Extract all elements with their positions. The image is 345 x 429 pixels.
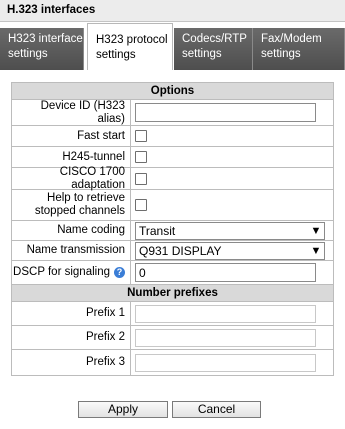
help-retrieve-label-line2: stopped channels <box>34 205 125 217</box>
prefix-row: Prefix 1 <box>12 302 333 326</box>
h245-tunnel-checkbox[interactable] <box>135 151 147 163</box>
action-bar: Apply Cancel <box>0 401 345 421</box>
tab-label-line1: H323 protocol <box>96 34 168 46</box>
tab-label-line2: settings <box>261 48 301 60</box>
fast-start-label: Fast start <box>12 126 131 146</box>
tab-h323-interface-settings[interactable]: H323 interface settings <box>0 28 84 70</box>
options-header: Options <box>12 83 333 100</box>
cisco-adaptation-checkbox[interactable] <box>135 172 147 185</box>
tab-h323-protocol-settings[interactable]: H323 protocol settings <box>87 23 173 70</box>
device-id-row: Device ID (H323 alias) <box>12 100 333 126</box>
device-id-input[interactable] <box>135 103 316 122</box>
prefix-2-label: Prefix 2 <box>12 326 131 349</box>
device-id-label: Device ID (H323 alias) <box>12 100 131 125</box>
help-retrieve-row: Help to retrieve stopped channels <box>12 190 333 221</box>
tab-codecs-rtp-settings[interactable]: Codecs/RTP settings <box>174 28 253 70</box>
name-coding-row: Name coding Transit ▼ <box>12 221 333 241</box>
dscp-row: DSCP for signaling ? <box>12 261 333 285</box>
name-coding-label: Name coding <box>12 221 131 240</box>
number-prefixes-header: Number prefixes <box>12 285 333 302</box>
tab-label-line2: settings <box>8 48 48 60</box>
prefix-3-label: Prefix 3 <box>12 350 131 375</box>
dscp-label: DSCP for signaling <box>13 266 110 278</box>
prefix-1-input[interactable] <box>135 304 316 323</box>
name-transmission-label: Name transmission <box>12 241 131 260</box>
tab-label-line1: H323 interface <box>8 33 83 45</box>
help-retrieve-checkbox[interactable] <box>135 199 147 211</box>
tab-label-line2: settings <box>96 49 136 61</box>
h245-tunnel-label: H245-tunnel <box>12 147 131 167</box>
dscp-input[interactable] <box>135 263 316 282</box>
cancel-button[interactable]: Cancel <box>172 401 261 418</box>
prefix-3-input[interactable] <box>135 353 316 372</box>
help-retrieve-label-line1: Help to retrieve <box>47 192 125 204</box>
name-coding-select[interactable]: Transit ▼ <box>135 221 325 240</box>
settings-panel: Options Device ID (H323 alias) Fast star… <box>11 82 334 376</box>
prefix-2-input[interactable] <box>135 328 316 347</box>
tab-label-line2: settings <box>182 48 222 60</box>
tab-label-line1: Codecs/RTP <box>182 33 247 45</box>
name-coding-value: Transit <box>139 223 176 238</box>
tab-label-line1: Fax/Modem <box>261 33 322 45</box>
name-transmission-select[interactable]: Q931 DISPLAY ▼ <box>135 241 325 260</box>
prefix-row: Prefix 2 <box>12 326 333 350</box>
name-transmission-row: Name transmission Q931 DISPLAY ▼ <box>12 241 333 261</box>
prefix-1-label: Prefix 1 <box>12 302 131 325</box>
dscp-label-cell: DSCP for signaling ? <box>12 261 131 284</box>
tab-fax-modem-settings[interactable]: Fax/Modem settings <box>253 28 345 70</box>
cisco-adaptation-label: CISCO 1700 adaptation <box>12 166 131 191</box>
prefix-row: Prefix 3 <box>12 350 333 375</box>
name-transmission-value: Q931 DISPLAY <box>139 243 222 258</box>
apply-button[interactable]: Apply <box>78 401 168 418</box>
chevron-down-icon: ▼ <box>310 224 322 237</box>
chevron-down-icon: ▼ <box>310 244 322 257</box>
fast-start-row: Fast start <box>12 126 333 147</box>
window-title: H.323 interfaces <box>0 0 345 22</box>
tab-bar: H323 interface settings H323 protocol se… <box>0 23 345 70</box>
help-retrieve-label: Help to retrieve stopped channels <box>12 190 131 220</box>
fast-start-checkbox[interactable] <box>135 130 147 142</box>
question-icon[interactable]: ? <box>114 267 125 278</box>
cisco-adaptation-row: CISCO 1700 adaptation <box>12 166 333 191</box>
